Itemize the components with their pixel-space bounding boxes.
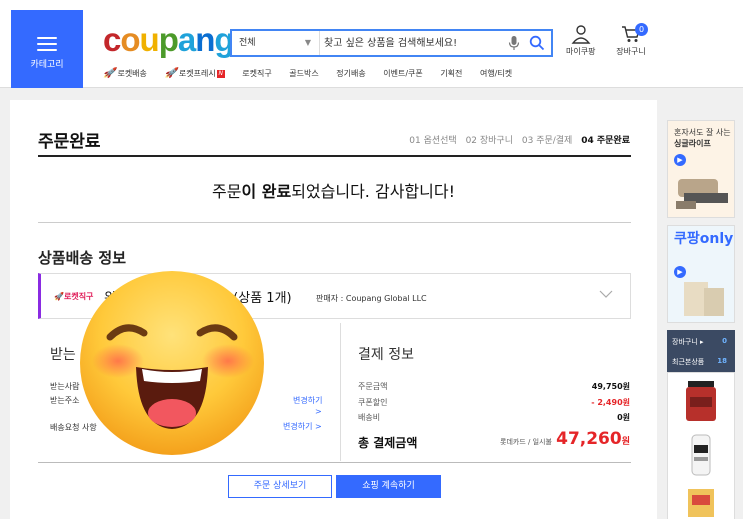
recent-product-thumb[interactable]: [682, 433, 720, 477]
nav-label: 로켓프레시: [178, 69, 216, 78]
rail-cart-label: 장바구니 ▸: [672, 338, 704, 346]
step: 03 주문/결제: [521, 136, 573, 146]
search-icon[interactable]: [529, 35, 545, 51]
order-amount-row: 주문금액 49,750원: [358, 381, 630, 392]
nav-item[interactable]: 골드박스: [289, 68, 318, 79]
nav-item[interactable]: 여행/티켓: [480, 68, 512, 79]
logo-letter: a: [177, 21, 196, 58]
banner-line: 혼자서도 잘 사는: [674, 128, 731, 137]
total-value: 롯데카드 / 일시불 47,260원: [500, 429, 630, 449]
recent-product-thumb[interactable]: [682, 485, 720, 519]
chevron-right-icon[interactable]: >: [315, 407, 322, 416]
total-amount: 47,260: [556, 429, 622, 449]
search-input[interactable]: [324, 33, 499, 53]
order-detail-button[interactable]: 주문 상세보기: [228, 475, 332, 498]
page-title: 주문완료: [38, 132, 101, 152]
divider: [38, 222, 631, 223]
product-bag-image: [684, 282, 724, 316]
receiver-address-label: 받는주소: [50, 396, 80, 405]
seller-info: 판매자 : Coupang Global LLC: [316, 294, 427, 303]
divider: [38, 462, 631, 463]
rail-summary[interactable]: 장바구니 ▸ 0 최근본상품 18: [667, 330, 735, 372]
recent-label: 최근본상품: [672, 358, 705, 366]
logo-letter: n: [195, 21, 215, 58]
nav-item[interactable]: 이벤트/쿠폰: [383, 68, 423, 79]
coupon-discount-row: 쿠폰할인 - 2,490원: [358, 397, 630, 408]
edit-address-link[interactable]: 변경하기: [293, 395, 322, 406]
furniture-image: [676, 179, 728, 209]
cart-link[interactable]: 0 장바구니: [612, 23, 650, 57]
divider: [38, 155, 631, 157]
message-part: 이: [241, 182, 262, 201]
step: 01 옵션선택: [409, 136, 457, 146]
recent-product-thumb[interactable]: [682, 379, 720, 423]
payment-method: 롯데카드 / 일시불: [500, 438, 552, 446]
user-icon: [571, 25, 591, 44]
coupang-logo[interactable]: coupang: [103, 21, 235, 58]
category-label: 카테고리: [30, 60, 64, 70]
row-label: 주문금액: [358, 382, 388, 391]
search-scope-select[interactable]: 전체 ▼: [232, 31, 320, 55]
caret-down-icon: ▼: [304, 38, 311, 47]
nav-rocket-fresh[interactable]: 🚀 로켓프레시 N: [164, 68, 225, 79]
total-unit: 원: [621, 437, 630, 447]
coupang-only-banner[interactable]: 쿠팡only ▶: [667, 225, 735, 323]
rocket-icon: 🚀: [103, 68, 116, 79]
logo-letter: c: [103, 21, 121, 58]
banner-title: 쿠팡only: [674, 231, 734, 247]
nav-label: 로켓배송: [117, 69, 147, 78]
row-label: 쿠폰할인: [358, 398, 388, 407]
laughing-face-emoji-icon: [80, 271, 264, 455]
arrow-right-icon: ▶: [674, 266, 686, 278]
receiver-name-label: 받는사람: [50, 382, 80, 391]
row-label: 배송비: [358, 413, 381, 422]
total-label: 총 결제금액: [358, 436, 418, 450]
nav-item[interactable]: 로켓직구: [242, 68, 271, 79]
nav-item[interactable]: 기획전: [440, 68, 462, 79]
row-value: 49,750원: [591, 382, 630, 391]
message-part: 되었습니다. 감사합니다!: [291, 182, 455, 201]
rail-cart-count: 0: [722, 337, 727, 345]
row-value: 0원: [617, 413, 630, 422]
logo-letter: p: [158, 21, 179, 58]
cart-label: 장바구니: [616, 47, 646, 56]
completion-message: 주문이 완료되었습니다. 감사합니다!: [10, 178, 657, 202]
edit-request-link[interactable]: 변경하기 >: [283, 421, 322, 432]
receiver-title: 받는: [50, 347, 76, 363]
search-bar: 전체 ▼: [230, 29, 553, 57]
mypage-label: 마이쿠팡: [566, 47, 596, 56]
banner-line: 싱글라이프: [674, 139, 711, 148]
banner-text: 혼자서도 잘 사는 싱글라이프: [674, 127, 731, 149]
step-current: 04 주문완료: [581, 136, 630, 146]
recent-products: [667, 372, 735, 519]
logo-letter: o: [120, 21, 140, 58]
chevron-down-icon[interactable]: [598, 288, 614, 300]
site-header: 카테고리 coupang 전체 ▼ 마이쿠팡: [0, 0, 743, 88]
menu-icon: [37, 37, 57, 51]
continue-shopping-button[interactable]: 쇼핑 계속하기: [336, 475, 441, 498]
logo-letter: u: [139, 21, 160, 58]
shipping-section-title: 상품배송 정보: [38, 249, 127, 267]
new-badge: N: [216, 69, 225, 78]
nav-item[interactable]: 정기배송: [336, 68, 365, 79]
category-button[interactable]: 카테고리: [11, 10, 83, 88]
payment-title: 결제 정보: [358, 347, 414, 363]
sub-navigation: 🚀 로켓배송 🚀 로켓프레시 N 로켓직구 골드박스 정기배송 이벤트/쿠폰 기획전 …: [103, 68, 527, 79]
message-bold: 완료: [261, 182, 292, 201]
message-part: 주문: [212, 182, 242, 201]
step: 02 장바구니: [465, 136, 513, 146]
arrow-right-icon: ▶: [674, 154, 686, 166]
shipping-fee-row: 배송비 0원: [358, 412, 630, 423]
row-value: - 2,490원: [591, 398, 630, 407]
microphone-icon[interactable]: [507, 35, 521, 51]
order-steps: 01 옵션선택 02 장바구니 03 주문/결제 04 주문완료: [403, 133, 630, 146]
search-scope-value: 전체: [239, 38, 256, 48]
total-payment-row: 총 결제금액 롯데카드 / 일시불 47,260원: [358, 429, 630, 451]
nav-rocket-delivery[interactable]: 🚀 로켓배송: [103, 68, 147, 79]
rocket-icon: 🚀: [164, 68, 177, 79]
cart-count-badge: 0: [635, 23, 648, 36]
recent-count: 18: [717, 357, 727, 365]
single-life-banner[interactable]: 혼자서도 잘 사는 싱글라이프 ▶: [667, 120, 735, 218]
mypage-link[interactable]: 마이쿠팡: [566, 24, 595, 57]
